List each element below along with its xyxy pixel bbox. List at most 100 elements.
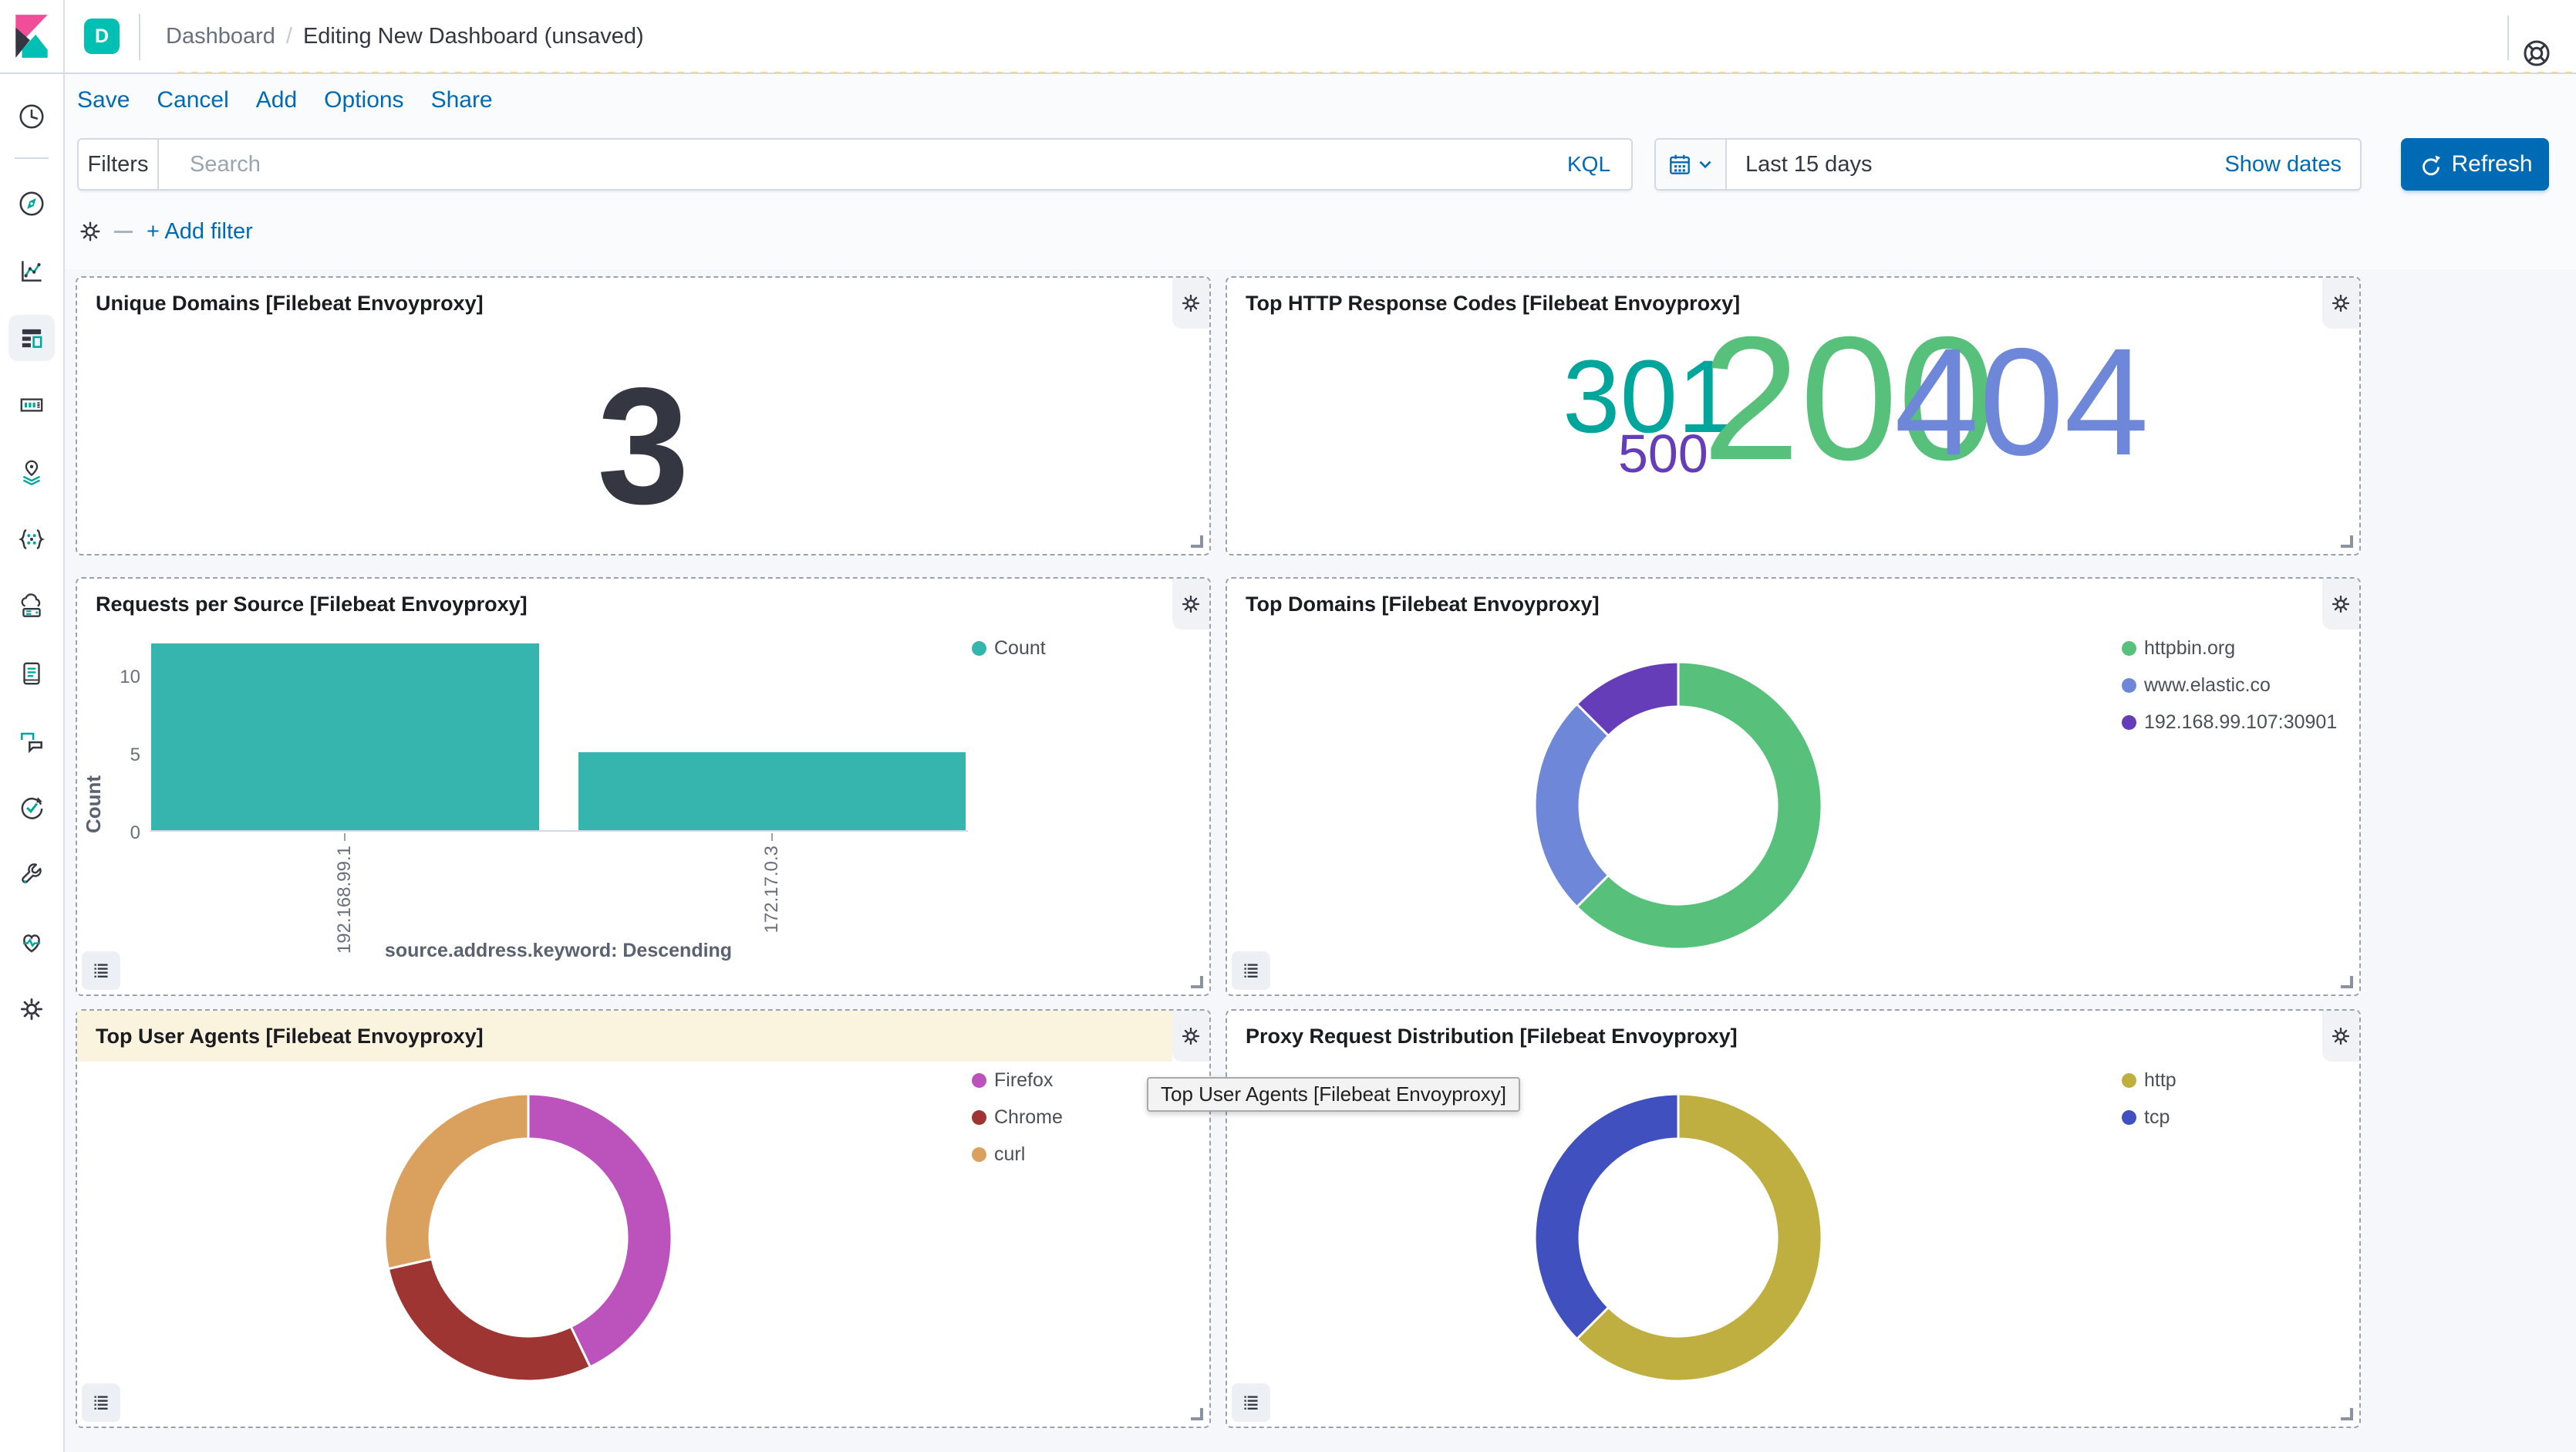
sidebar-item-canvas[interactable] — [0, 371, 64, 438]
chart-legend: Count — [972, 630, 1046, 667]
sidebar-item-logs[interactable] — [0, 640, 64, 707]
sidebar-item-visualize[interactable] — [0, 237, 64, 304]
legend-toggle-button[interactable] — [82, 1383, 120, 1422]
pie-slice-Firefox[interactable] — [528, 1094, 672, 1367]
legend-label: 192.168.99.107:30901 — [2144, 711, 2337, 734]
resize-handle[interactable] — [2341, 535, 2353, 548]
sidebar-item-maps[interactable] — [0, 438, 64, 505]
pie-slice-tcp[interactable] — [1535, 1094, 1678, 1339]
panel-options-button[interactable] — [2322, 1011, 2359, 1062]
legend-label: httpbin.org — [2144, 637, 2235, 660]
pie-slice-curl[interactable] — [385, 1094, 528, 1269]
lifebuoy-icon — [2520, 36, 2554, 70]
panel-options-button[interactable] — [1172, 579, 1209, 630]
pie-slice-Chrome[interactable] — [389, 1259, 591, 1381]
legend-item-www.elastic.co[interactable]: www.elastic.co — [2122, 667, 2337, 704]
help-button[interactable] — [2517, 35, 2556, 73]
sidebar-item-recently-viewed[interactable] — [0, 83, 64, 150]
menu-cancel-button[interactable]: Cancel — [157, 87, 228, 113]
legend-label: http — [2144, 1069, 2176, 1092]
resize-handle[interactable] — [1191, 1408, 1203, 1420]
panel-requests-per-source[interactable]: Requests per Source [Filebeat Envoyproxy… — [76, 577, 1211, 996]
legend-toggle-button[interactable] — [1232, 951, 1270, 990]
legend-item-tcp[interactable]: tcp — [2122, 1099, 2176, 1136]
legend-item-curl[interactable]: curl — [972, 1136, 1063, 1173]
sidebar-item-discover[interactable] — [0, 170, 64, 237]
legend-item-192.168.99.107:30901[interactable]: 192.168.99.107:30901 — [2122, 704, 2337, 741]
legend-dot — [972, 1073, 986, 1088]
show-dates-button[interactable]: Show dates — [2224, 152, 2360, 177]
panel-unique-domains[interactable]: Unique Domains [Filebeat Envoyproxy] 3 — [76, 276, 1211, 555]
date-picker: Last 15 days Show dates — [1654, 138, 2362, 191]
sidebar-item-machine-learning[interactable] — [0, 505, 64, 572]
panel-header[interactable]: Requests per Source [Filebeat Envoyproxy… — [77, 579, 1172, 630]
legend-dot — [2122, 678, 2136, 693]
legend-label: tcp — [2144, 1106, 2170, 1129]
tooltip: Top User Agents [Filebeat Envoyproxy] — [1147, 1077, 1520, 1112]
menu-options-button[interactable]: Options — [324, 87, 403, 113]
tag-500[interactable]: 500 — [1618, 427, 1708, 481]
legend-item-Chrome[interactable]: Chrome — [972, 1099, 1063, 1136]
list-icon — [90, 960, 112, 981]
menu-share-button[interactable]: Share — [431, 87, 493, 113]
kibana-logo[interactable] — [0, 0, 65, 73]
kql-language-button[interactable]: KQL — [1546, 140, 1631, 189]
refresh-button[interactable]: Refresh — [2401, 138, 2549, 191]
panel-top-domains[interactable]: Top Domains [Filebeat Envoyproxy] httpbi… — [1226, 577, 2361, 996]
breadcrumb-dashboard[interactable]: Dashboard — [166, 24, 275, 49]
tag-cloud-visualization: 301500200404 — [1227, 278, 2359, 554]
y-axis-tick: 10 — [91, 667, 140, 688]
panel-title: Proxy Request Distribution [Filebeat Env… — [1227, 1025, 1738, 1048]
legend-item-http[interactable]: http — [2122, 1062, 2176, 1099]
panel-options-button[interactable] — [1172, 278, 1209, 329]
menu-add-button[interactable]: Add — [256, 87, 297, 113]
pie-slice-www.elastic.co[interactable] — [1535, 704, 1608, 907]
filter-bar: + Add filter — [77, 210, 253, 253]
dashboard-menu: Save Cancel Add Options Share — [77, 74, 493, 127]
resize-handle[interactable] — [2341, 976, 2353, 988]
tag-404[interactable]: 404 — [1894, 326, 2149, 478]
sidebar-item-apm[interactable] — [0, 707, 64, 774]
menu-save-button[interactable]: Save — [77, 87, 130, 113]
panel-proxy-distribution[interactable]: Proxy Request Distribution [Filebeat Env… — [1226, 1009, 2361, 1428]
space-avatar[interactable]: D — [84, 19, 120, 54]
resize-handle[interactable] — [2341, 1408, 2353, 1420]
panel-options-button[interactable] — [1172, 1011, 1209, 1062]
chart-legend: httpbin.org www.elastic.co 192.168.99.107:… — [2122, 630, 2337, 741]
legend-dot — [2122, 641, 2136, 656]
sidebar-item-uptime[interactable] — [0, 774, 64, 841]
legend-item-httpbin.org[interactable]: httpbin.org — [2122, 630, 2337, 667]
legend-item-Firefox[interactable]: Firefox — [972, 1062, 1063, 1099]
legend-item-Count[interactable]: Count — [972, 630, 1046, 667]
filter-options-button[interactable] — [77, 218, 103, 245]
bar-192-168-99-1[interactable] — [151, 643, 539, 830]
sidebar-item-dev-tools[interactable] — [0, 841, 64, 908]
sidebar-item-management[interactable] — [0, 975, 64, 1042]
legend-dot — [2122, 1073, 2136, 1088]
panel-response-codes[interactable]: Top HTTP Response Codes [Filebeat Envoyp… — [1226, 276, 2361, 555]
panel-top-user-agents[interactable]: Top User Agents [Filebeat Envoyproxy] Fi… — [76, 1009, 1211, 1428]
date-picker-button[interactable] — [1656, 140, 1727, 189]
bar-172-17-0-3[interactable] — [578, 752, 966, 830]
legend-toggle-button[interactable] — [82, 951, 120, 990]
filters-button[interactable]: Filters — [79, 140, 159, 189]
ml-icon — [17, 525, 46, 554]
logs-icon — [17, 659, 46, 688]
panel-header[interactable]: Unique Domains [Filebeat Envoyproxy] — [77, 278, 1172, 329]
panel-header[interactable]: Proxy Request Distribution [Filebeat Env… — [1227, 1011, 2322, 1062]
legend-toggle-button[interactable] — [1232, 1383, 1270, 1422]
sidebar — [0, 74, 65, 1452]
sidebar-item-stack-monitoring[interactable] — [0, 908, 64, 975]
add-filter-button[interactable]: + Add filter — [147, 219, 253, 245]
search-input[interactable] — [159, 140, 1546, 189]
panel-header-highlighted[interactable]: Top User Agents [Filebeat Envoyproxy] — [77, 1011, 1172, 1062]
time-range-label[interactable]: Last 15 days — [1727, 152, 2224, 177]
resize-handle[interactable] — [1191, 535, 1203, 548]
resize-handle[interactable] — [1191, 976, 1203, 988]
sidebar-item-dashboard[interactable] — [0, 304, 64, 371]
sidebar-item-metrics[interactable] — [0, 572, 64, 640]
calendar-icon — [1667, 151, 1693, 177]
panel-header[interactable]: Top Domains [Filebeat Envoyproxy] — [1227, 579, 2322, 630]
x-axis-tickmark — [771, 833, 773, 841]
panel-options-button[interactable] — [2322, 579, 2359, 630]
